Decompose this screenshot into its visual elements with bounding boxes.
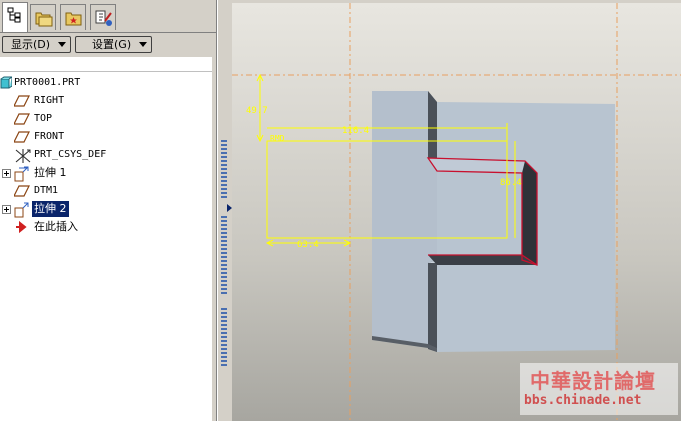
part-side-face [428, 260, 437, 352]
dimension-49-7[interactable]: 49.7 [246, 106, 268, 116]
tree-header-row [0, 57, 212, 72]
expand-toggle-icon[interactable] [2, 205, 11, 214]
pocket-inner-face [522, 161, 537, 265]
splitter-grip-icon[interactable] [221, 216, 227, 296]
model-tree-icon [7, 7, 21, 23]
dimension-116-4[interactable]: 116.4 [342, 126, 369, 136]
folder-browser-icon [35, 12, 53, 27]
settings-dropdown-button[interactable]: 设置(G) [75, 36, 152, 53]
tree-scrollbar[interactable] [212, 57, 216, 421]
favorites-icon [65, 12, 82, 26]
tree-item-label: 在此插入 [34, 220, 78, 233]
show-label: 显示(D) [11, 38, 51, 51]
tree-root-label: PRT0001.PRT [14, 77, 81, 88]
part-side-face [428, 91, 437, 158]
splitter-grip-icon[interactable] [221, 140, 227, 200]
chevron-down-icon [139, 42, 147, 47]
tree-toolbar: 显示(D) 设置(G) [0, 33, 216, 58]
tree-item-label: 拉伸 1 [34, 166, 67, 179]
connections-icon [95, 10, 112, 26]
datum-plane-icon [14, 131, 30, 143]
datum-plane-icon [14, 113, 30, 125]
watermark-logo: 中華設計論壇 bbs.chinade.net [520, 363, 678, 415]
tree-item-label: FRONT [34, 131, 65, 142]
part-front-face [372, 91, 437, 352]
tree-item-label: RIGHT [34, 95, 65, 106]
tab-connections[interactable] [90, 4, 116, 30]
panel-splitter[interactable] [217, 0, 232, 421]
insert-here-arrow-icon [16, 220, 27, 234]
extrude-icon [14, 202, 29, 218]
dimension-63-4[interactable]: 63.4 [297, 240, 319, 250]
chevron-down-icon [58, 42, 66, 47]
tree-item-label: 拉伸 2 [32, 201, 69, 217]
show-dropdown-button[interactable]: 显示(D) [2, 36, 71, 53]
tree-item-label: TOP [34, 113, 53, 124]
part-model-view[interactable]: 49.7 116.4 86.4 63.4 RMD [232, 3, 681, 421]
navigator-tab-bar [0, 0, 216, 33]
part-icon [0, 76, 12, 89]
tab-favorites[interactable] [60, 4, 86, 30]
watermark-url: bbs.chinade.net [524, 393, 642, 408]
graphics-viewport[interactable]: 49.7 116.4 86.4 63.4 RMD [232, 3, 681, 421]
splitter-grip-icon[interactable] [221, 308, 227, 368]
extrude-icon [14, 166, 29, 182]
pocket-floor-face [428, 255, 537, 265]
dimension-86-4[interactable]: 86.4 [500, 178, 522, 188]
watermark-title: 中華設計論壇 [530, 369, 656, 393]
model-tree-panel: 显示(D) 设置(G) PRT0001.PRT RIGHT TOP FRONT … [0, 0, 217, 421]
tree-item-label: PRT_CSYS_DEF [34, 149, 107, 160]
datum-plane-icon [14, 185, 30, 197]
tree-item-label: DTM1 [34, 185, 59, 196]
reference-label: RMD [270, 134, 285, 143]
coordinate-system-icon [15, 149, 31, 163]
tab-folder-browser[interactable] [30, 4, 56, 30]
datum-plane-icon [14, 95, 30, 107]
expand-toggle-icon[interactable] [2, 169, 11, 178]
settings-label: 设置(G) [92, 38, 132, 51]
tab-model-tree[interactable] [2, 2, 28, 32]
